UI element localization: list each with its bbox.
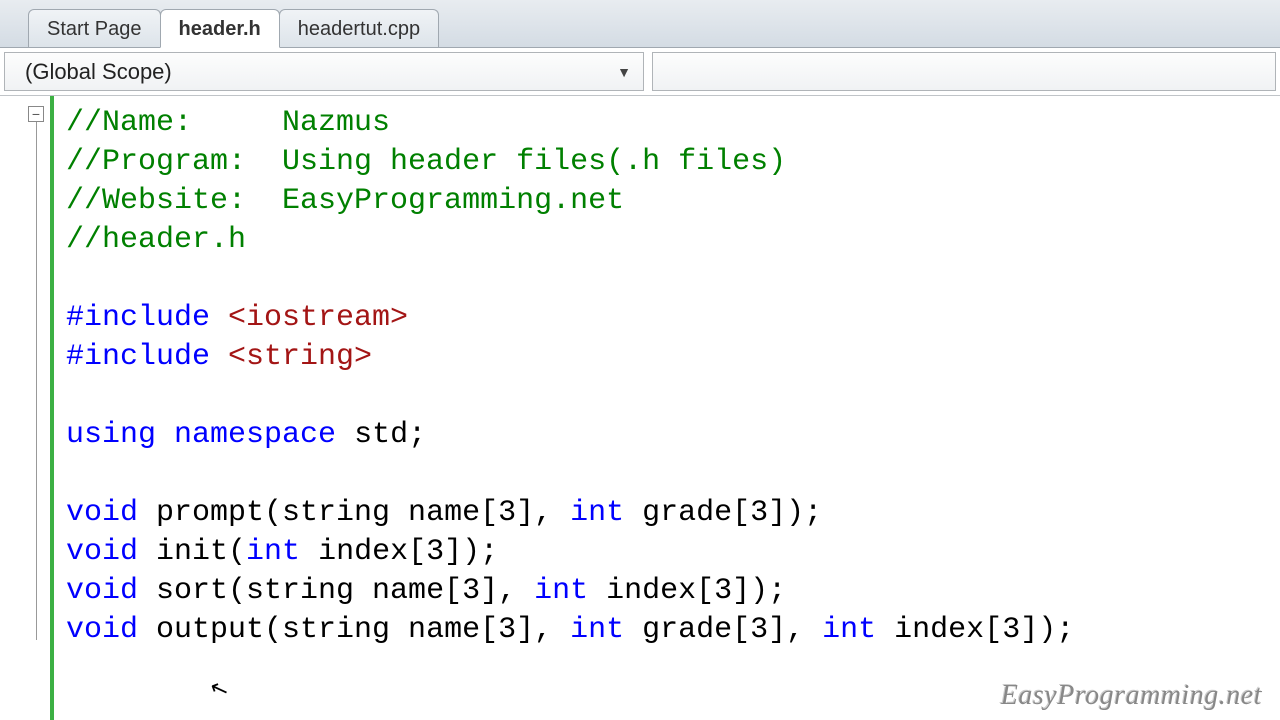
scope-selected-label: (Global Scope) [25, 59, 172, 85]
code-preproc: #include [66, 301, 228, 335]
code-keyword: int [246, 535, 300, 569]
code-text: grade[3], [624, 613, 822, 647]
code-comment: //Website: EasyProgramming.net [66, 184, 624, 218]
fold-guide-line [36, 122, 37, 640]
code-text: index[3]); [588, 574, 786, 608]
code-comment: //Program: Using header files(.h files) [66, 145, 786, 179]
code-include-target: <string> [228, 340, 372, 374]
code-keyword: void [66, 574, 138, 608]
code-keyword: void [66, 496, 138, 530]
member-dropdown[interactable] [652, 52, 1276, 91]
code-text: grade[3]); [624, 496, 822, 530]
code-text: sort(string name[3], [138, 574, 534, 608]
code-text: init( [138, 535, 246, 569]
code-keyword: void [66, 613, 138, 647]
scope-bar: (Global Scope) ▼ [0, 48, 1280, 96]
watermark-text: EasyProgramming.net [1001, 680, 1262, 712]
code-keyword: int [570, 613, 624, 647]
code-text: std; [336, 418, 426, 452]
code-text: output(string name[3], [138, 613, 570, 647]
code-keyword: using [66, 418, 156, 452]
code-text [156, 418, 174, 452]
code-include-target: <iostream> [228, 301, 408, 335]
code-keyword: void [66, 535, 138, 569]
tab-bar: Start Page header.h headertut.cpp [0, 0, 1280, 48]
code-comment: //header.h [66, 223, 246, 257]
tab-start-page[interactable]: Start Page [28, 9, 161, 47]
code-text: index[3]); [300, 535, 498, 569]
tab-header-h[interactable]: header.h [160, 9, 280, 48]
fold-toggle[interactable]: − [28, 106, 44, 122]
code-keyword: int [570, 496, 624, 530]
code-keyword: namespace [174, 418, 336, 452]
code-preproc: #include [66, 340, 228, 374]
code-text: index[3]); [876, 613, 1074, 647]
code-comment: //Name: Nazmus [66, 106, 390, 140]
code-editor[interactable]: − //Name: Nazmus //Program: Using header… [0, 96, 1280, 720]
code-keyword: int [534, 574, 588, 608]
code-keyword: int [822, 613, 876, 647]
editor-gutter: − [0, 96, 54, 720]
code-text: prompt(string name[3], [138, 496, 570, 530]
chevron-down-icon: ▼ [617, 64, 631, 80]
tab-headertut-cpp[interactable]: headertut.cpp [279, 9, 439, 47]
scope-dropdown[interactable]: (Global Scope) ▼ [4, 52, 644, 91]
code-area[interactable]: //Name: Nazmus //Program: Using header f… [54, 96, 1280, 720]
